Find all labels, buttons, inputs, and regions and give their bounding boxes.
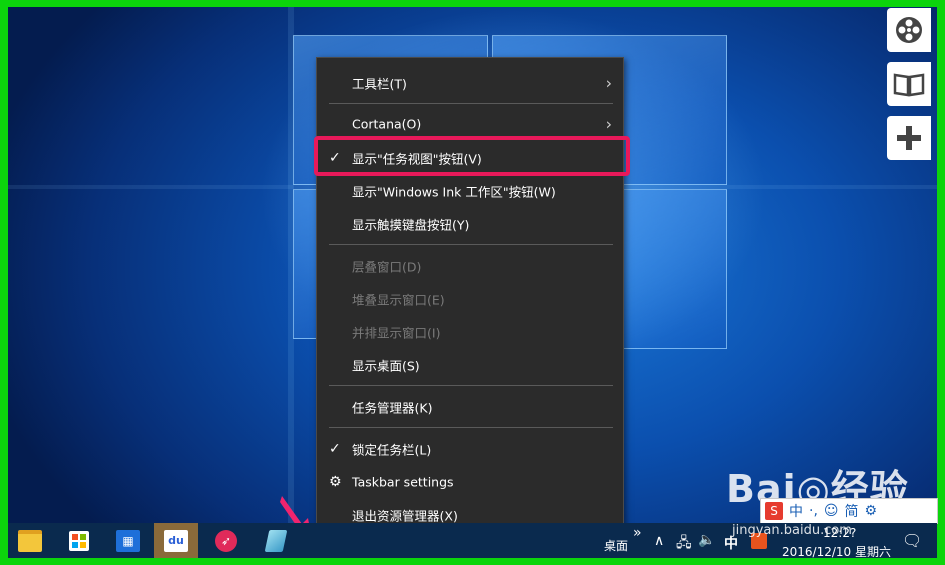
menu-item-label: Cortana(O) (352, 116, 422, 132)
file-explorer-icon (18, 529, 42, 552)
book-icon (893, 73, 925, 97)
menu-item-label: 工具栏(T) (352, 76, 407, 92)
network-icon[interactable]: 🖧 (676, 532, 692, 556)
taskbar-app-notepad[interactable] (254, 523, 298, 558)
tray-show-hidden-icon[interactable]: ∧ (654, 533, 664, 549)
menu-item-toolbars[interactable]: 工具栏(T) › (317, 67, 623, 99)
menu-item-label: 并排显示窗口(I) (352, 325, 441, 341)
baidu-icon: du (164, 529, 188, 552)
taskbar-app-store[interactable] (57, 523, 101, 558)
taskbar-app-office[interactable]: ▦ (106, 523, 150, 558)
book-button[interactable] (887, 62, 931, 106)
menu-item-lock-taskbar[interactable]: ✓ 锁定任务栏(L) (317, 433, 623, 465)
menu-separator (329, 427, 613, 428)
menu-item-label: 任务管理器(K) (352, 400, 433, 416)
ime-emoji-icon[interactable]: ☺ (824, 503, 839, 519)
film-reel-button[interactable] (887, 8, 931, 52)
office-icon: ▦ (116, 529, 140, 552)
taskbar-context-menu: 工具栏(T) › Cortana(O) › ✓ 显示"任务视图"按钮(V) 显示… (316, 57, 624, 531)
toolbar-overflow-icon[interactable]: » (633, 525, 642, 541)
ime-punctuation-toggle[interactable]: ·, (809, 503, 818, 519)
chevron-right-icon: › (605, 73, 612, 93)
store-icon (69, 530, 89, 551)
ime-simplified-toggle[interactable]: 简 (845, 501, 859, 521)
ime-lang-toggle[interactable]: 中 (789, 501, 803, 521)
menu-item-label: 堆叠显示窗口(E) (352, 292, 445, 308)
sogou-ime-icon[interactable]: S (765, 502, 783, 520)
menu-separator (329, 244, 613, 245)
menu-item-cascade-windows: 层叠窗口(D) (317, 250, 623, 282)
menu-item-label: 退出资源管理器(X) (352, 508, 458, 524)
taskbar-app-pen[interactable]: ➶ (204, 523, 248, 558)
action-center-icon[interactable]: 🗨 (902, 531, 922, 550)
pen-app-icon: ➶ (215, 529, 237, 552)
menu-item-side-by-side: 并排显示窗口(I) (317, 316, 623, 348)
menu-item-label: 显示"Windows Ink 工作区"按钮(W) (352, 184, 556, 200)
menu-item-label: Taskbar settings (352, 474, 454, 490)
chevron-right-icon: › (605, 114, 612, 134)
menu-item-label: 锁定任务栏(L) (352, 442, 432, 458)
menu-item-label: 层叠窗口(D) (352, 259, 422, 275)
taskbar-app-baidu[interactable]: du (154, 523, 198, 558)
volume-icon[interactable]: 🔈 (698, 532, 715, 548)
menu-item-show-desktop[interactable]: 显示桌面(S) (317, 349, 623, 381)
desktop-toolbar-label[interactable]: 桌面 (604, 537, 628, 554)
gear-icon: ⚙ (329, 474, 342, 490)
checkmark-icon: ✓ (329, 441, 341, 457)
menu-separator (329, 103, 613, 104)
menu-item-task-manager[interactable]: 任务管理器(K) (317, 391, 623, 423)
ime-toolbar: S 中 ·, ☺ 简 ⚙ (760, 498, 938, 524)
notepad-icon (264, 529, 288, 552)
plus-button[interactable] (887, 116, 931, 160)
ime-settings-icon[interactable]: ⚙ (865, 503, 878, 519)
film-reel-icon (896, 17, 922, 43)
baidu-watermark-url: jingyan.baidu.com (732, 523, 852, 538)
taskbar-app-file-explorer[interactable] (8, 523, 52, 558)
menu-item-show-windows-ink[interactable]: 显示"Windows Ink 工作区"按钮(W) (317, 175, 623, 207)
menu-item-taskbar-settings[interactable]: ⚙ Taskbar settings (317, 466, 623, 498)
menu-item-label: 显示触摸键盘按钮(Y) (352, 217, 470, 233)
plus-icon (897, 126, 921, 150)
clock-date[interactable]: 2016/12/10 星期六 (782, 543, 891, 560)
menu-item-stack-windows: 堆叠显示窗口(E) (317, 283, 623, 315)
menu-separator (329, 385, 613, 386)
annotation-highlight-box (314, 136, 630, 176)
menu-item-show-touch-keyboard[interactable]: 显示触摸键盘按钮(Y) (317, 208, 623, 240)
menu-item-label: 显示桌面(S) (352, 358, 420, 374)
